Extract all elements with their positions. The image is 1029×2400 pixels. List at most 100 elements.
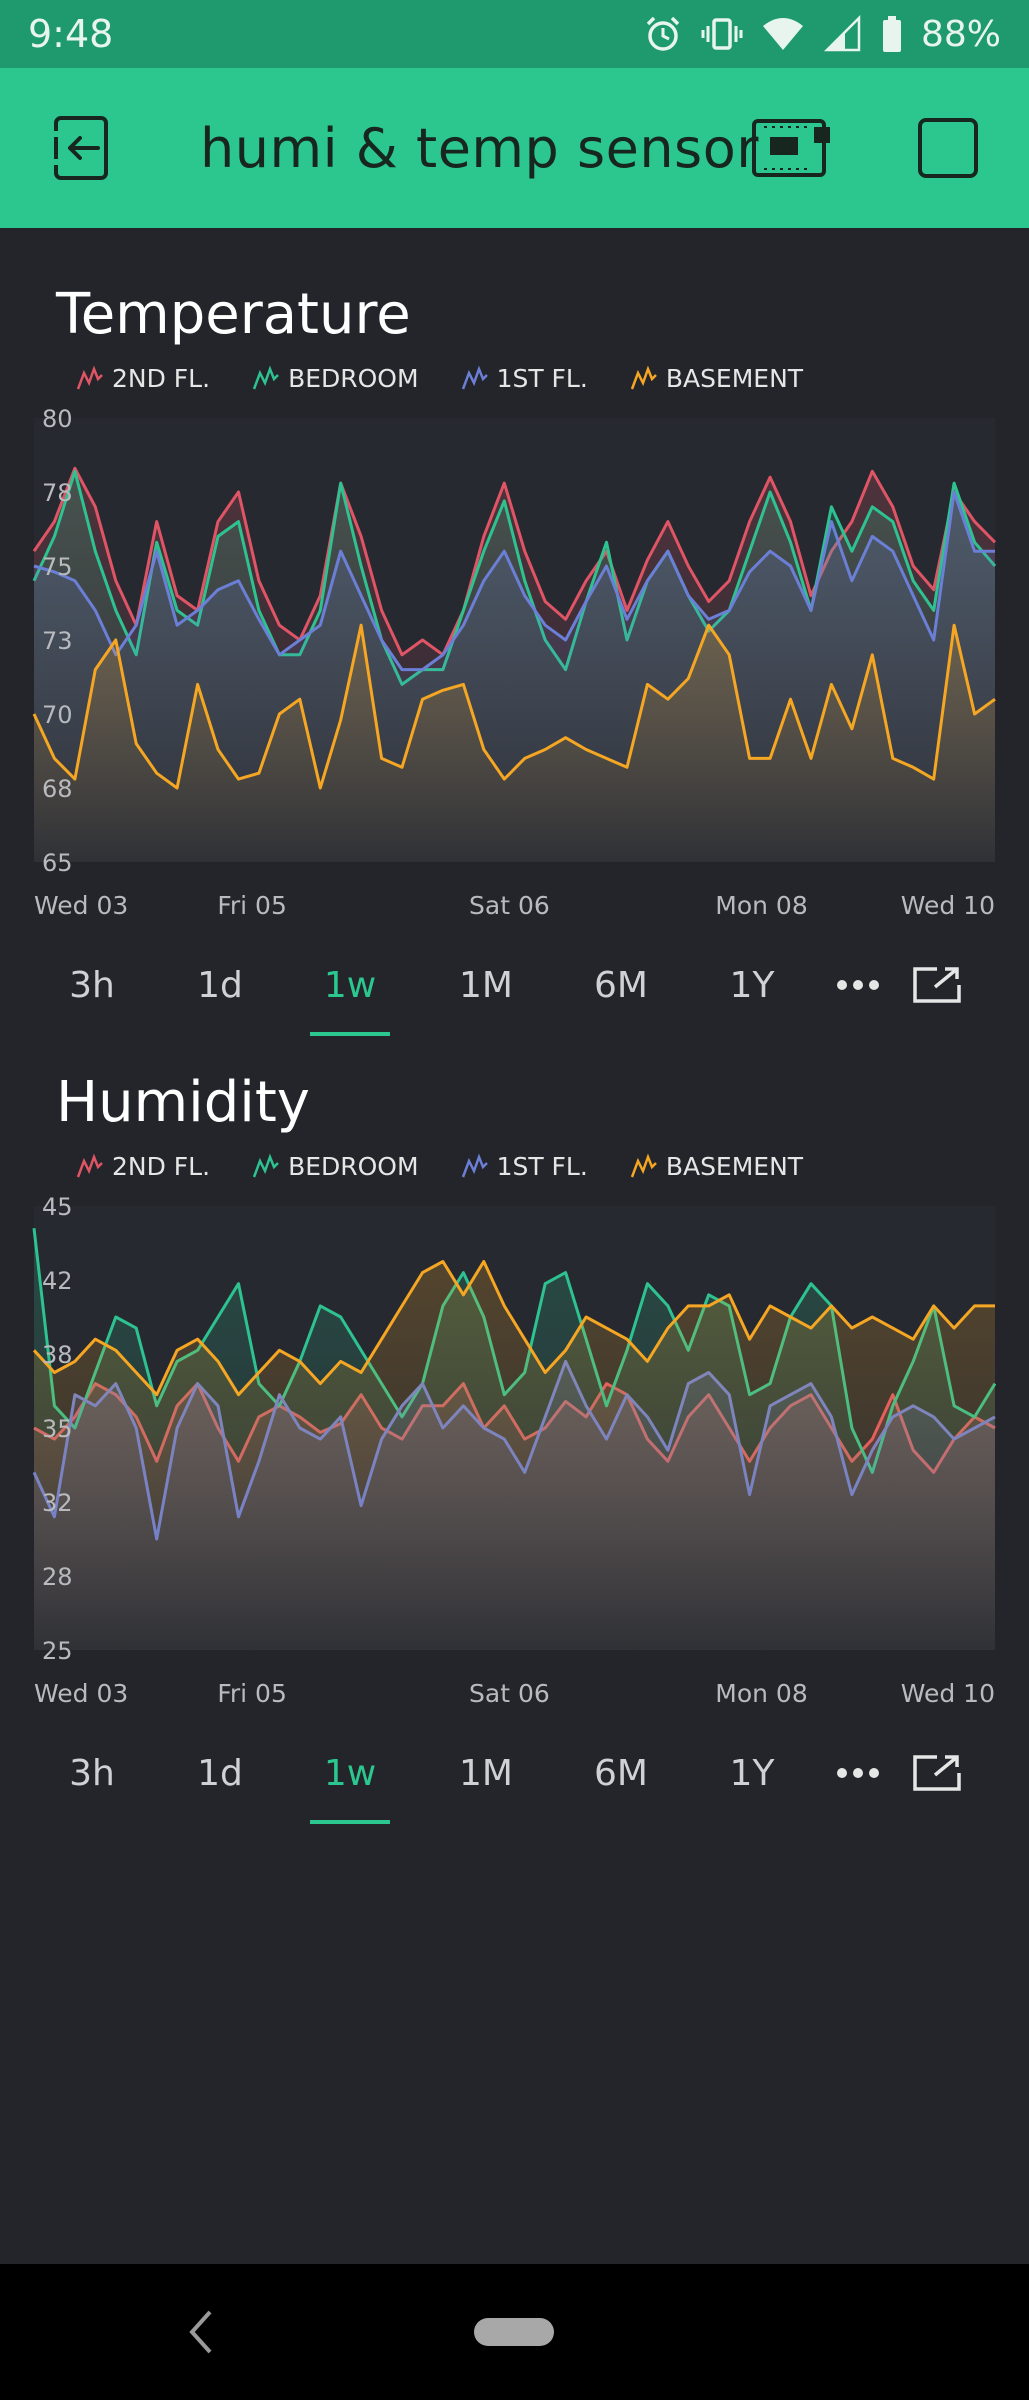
range-1m[interactable]: 1M	[436, 940, 536, 1030]
system-nav-bar	[0, 2264, 1029, 2400]
range-1w[interactable]: 1w	[300, 940, 400, 1036]
range-label: 6M	[594, 1752, 648, 1794]
legend-label: 2ND FL.	[112, 363, 211, 393]
exit-button[interactable]	[40, 108, 120, 188]
trend-line-icon	[76, 365, 103, 390]
back-chevron-icon[interactable]	[180, 2308, 224, 2356]
project-title: humi & temp sensor	[200, 116, 759, 180]
legend-label: BEDROOM	[288, 363, 419, 393]
range-label: 1M	[459, 964, 513, 1006]
legend-item-1st-fl: 1ST FL.	[461, 364, 588, 393]
range-6m[interactable]: 6M	[571, 940, 671, 1030]
vibrate-icon	[701, 18, 743, 50]
range-label: 1Y	[729, 964, 775, 1006]
temperature-chart[interactable]: 80 78 75 73 70 68 65 Wed 03 Fri 05 Sat 06 Mon 08 We…	[0, 400, 1029, 930]
trend-line-icon	[252, 1153, 279, 1178]
y-tick-label: 73	[42, 627, 73, 655]
range-1y[interactable]: 1Y	[702, 940, 802, 1030]
stop-square-icon	[918, 118, 978, 178]
y-tick-label: 28	[42, 1563, 73, 1591]
range-label: 1Y	[729, 1752, 775, 1794]
range-label: 6M	[594, 964, 648, 1006]
legend-item-bedroom: BEDROOM	[252, 364, 419, 393]
wifi-icon	[762, 18, 803, 50]
x-tick-label: Sat 06	[469, 891, 550, 920]
trend-line-icon	[76, 1153, 103, 1178]
status-time: 9:48	[28, 12, 114, 56]
legend-label: BASEMENT	[665, 363, 804, 393]
range-1y[interactable]: 1Y	[702, 1728, 802, 1818]
trend-line-icon	[630, 365, 657, 390]
x-tick-label: Wed 03	[34, 1679, 128, 1708]
legend-item-bedroom: BEDROOM	[252, 1152, 419, 1181]
y-tick-label: 32	[42, 1489, 73, 1517]
range-1d[interactable]: 1d	[170, 940, 270, 1030]
range-6m[interactable]: 6M	[571, 1728, 671, 1818]
fullscreen-button[interactable]	[887, 1728, 987, 1818]
temperature-legend: 2ND FL. BEDROOM 1ST FL. BASEMENT	[76, 358, 845, 398]
more-dots-icon	[837, 1768, 879, 1778]
trend-line-icon	[630, 1153, 657, 1178]
y-tick-label: 42	[42, 1267, 73, 1295]
trend-line-icon	[461, 1153, 488, 1178]
legend-item-2nd-fl: 2ND FL.	[76, 1152, 210, 1181]
active-range-indicator	[310, 1820, 390, 1824]
legend-item-basement: BASEMENT	[630, 1152, 803, 1181]
x-tick-label: Mon 08	[715, 891, 807, 920]
range-label: 1w	[323, 1752, 377, 1794]
y-tick-label: 65	[42, 849, 73, 877]
humidity-chart[interactable]: 45 42 38 35 32 28 25 Wed 03 Fri 05 Sat 06 Mon 08 We…	[0, 1188, 1029, 1718]
y-tick-label: 78	[42, 479, 73, 507]
app-bar: humi & temp sensor	[0, 68, 1029, 228]
trend-line-icon	[461, 365, 488, 390]
device-board-icon	[752, 119, 830, 177]
status-icons: 88%	[643, 14, 1001, 55]
range-1d[interactable]: 1d	[170, 1728, 270, 1818]
y-tick-label: 68	[42, 775, 73, 803]
legend-label: 2ND FL.	[112, 1151, 211, 1181]
range-label: 1d	[197, 1752, 243, 1794]
y-tick-label: 35	[42, 1415, 73, 1443]
range-1m[interactable]: 1M	[436, 1728, 536, 1818]
y-tick-label: 25	[42, 1637, 73, 1665]
more-dots-icon	[837, 980, 879, 990]
range-label: 3h	[69, 1752, 115, 1794]
fullscreen-button[interactable]	[887, 940, 987, 1030]
battery-icon	[882, 16, 901, 52]
active-range-indicator	[310, 1032, 390, 1036]
range-label: 3h	[69, 964, 115, 1006]
expand-icon	[913, 967, 961, 1003]
x-tick-label: Fri 05	[217, 1679, 287, 1708]
exit-icon	[48, 116, 108, 180]
x-tick-label: Wed 03	[34, 891, 128, 920]
legend-label: BASEMENT	[665, 1151, 804, 1181]
signal-icon	[823, 14, 861, 52]
trend-line-icon	[252, 365, 279, 390]
y-tick-label: 45	[42, 1193, 73, 1221]
temperature-range-selector: 3h 1d 1w 1M 6M 1Y	[0, 940, 1029, 1036]
status-bar: 9:48 88%	[0, 0, 1029, 68]
humidity-legend: 2ND FL. BEDROOM 1ST FL. BASEMENT	[76, 1146, 845, 1186]
range-label: 1d	[197, 964, 243, 1006]
battery-percent: 88%	[920, 13, 1001, 55]
range-1w[interactable]: 1w	[300, 1728, 400, 1824]
temperature-title: Temperature	[56, 282, 411, 347]
x-tick-label: Fri 05	[217, 891, 287, 920]
alarm-icon	[646, 16, 680, 51]
device-button[interactable]	[748, 108, 832, 188]
range-label: 1w	[323, 964, 377, 1006]
humidity-title: Humidity	[56, 1070, 310, 1135]
x-tick-label: Sat 06	[469, 1679, 550, 1708]
y-tick-label: 38	[42, 1341, 73, 1369]
x-tick-label: Mon 08	[715, 1679, 807, 1708]
legend-item-1st-fl: 1ST FL.	[461, 1152, 588, 1181]
home-pill[interactable]	[474, 2318, 554, 2346]
x-tick-label: Wed 10	[901, 891, 995, 920]
play-toggle-button[interactable]	[908, 108, 988, 188]
legend-label: BEDROOM	[288, 1151, 419, 1181]
y-tick-label: 80	[42, 405, 73, 433]
y-tick-label: 70	[42, 701, 73, 729]
range-3h[interactable]: 3h	[42, 1728, 142, 1818]
range-label: 1M	[459, 1752, 513, 1794]
range-3h[interactable]: 3h	[42, 940, 142, 1030]
